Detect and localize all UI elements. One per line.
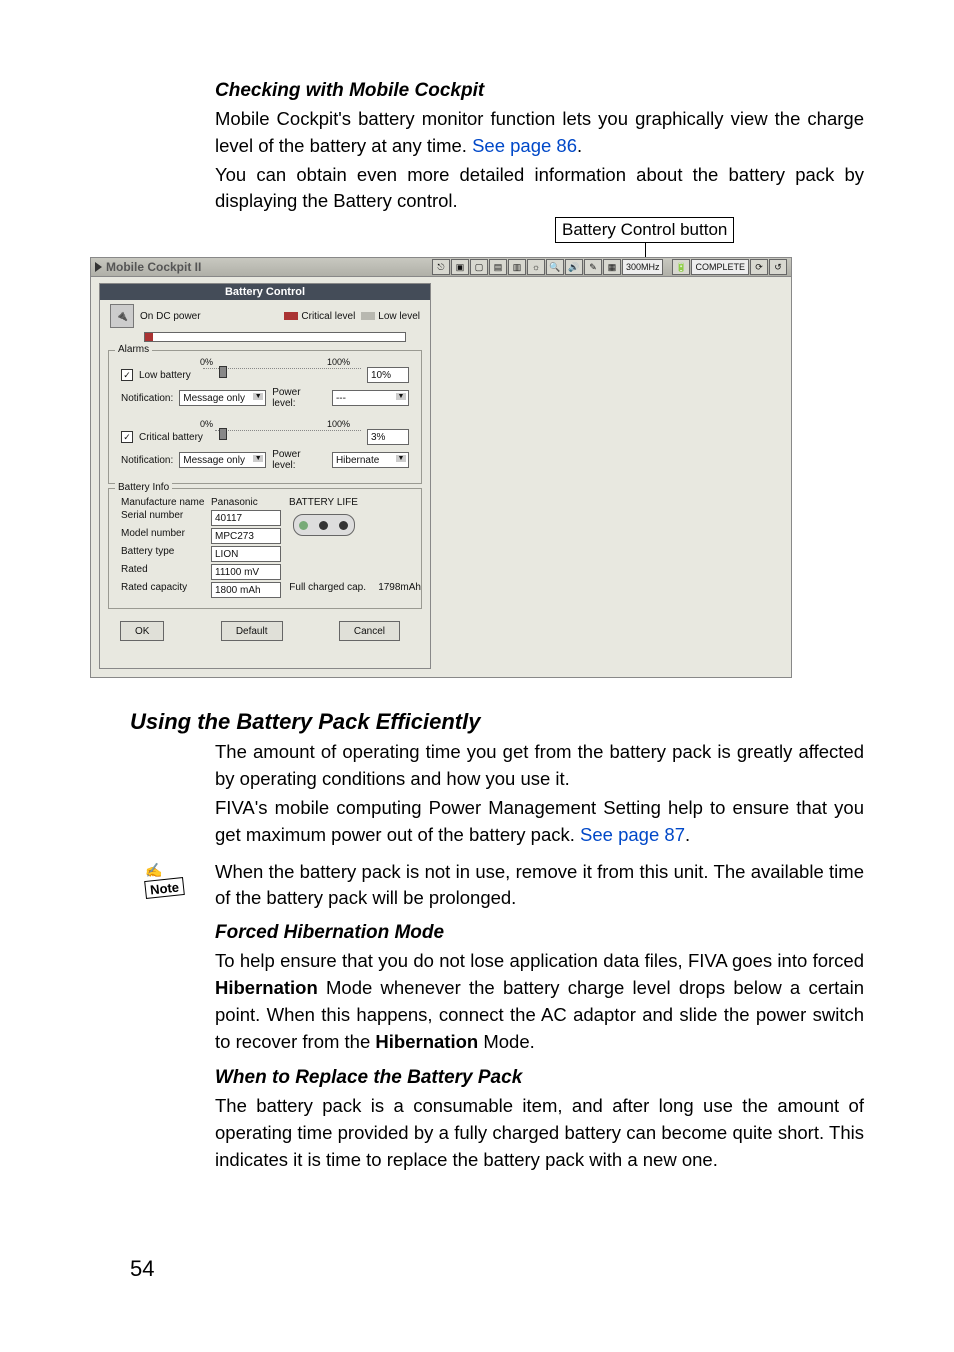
serial-value: 40117 — [211, 510, 281, 526]
text: FIVA's mobile computing Power Management… — [215, 797, 864, 845]
mfr-label: Manufacture name — [121, 497, 211, 508]
critical-battery-label: Critical battery — [139, 432, 203, 443]
critical-battery-value[interactable]: 3% — [367, 429, 409, 445]
scale-max: 100% — [327, 419, 350, 429]
type-label: Battery type — [121, 546, 211, 562]
tray-icon[interactable]: ▣ — [451, 259, 469, 275]
note-label: Note — [144, 877, 185, 899]
note-icon: ✍ Note — [145, 862, 195, 898]
power-level-label: Power level: — [272, 387, 326, 409]
hibernation-word: Hibernation — [375, 1031, 478, 1052]
model-label: Model number — [121, 528, 211, 544]
panel-title: Battery Control — [100, 284, 430, 300]
cap-value: 1800 mAh — [211, 582, 281, 598]
mfr-value: Panasonic — [211, 497, 281, 508]
critical-battery-checkbox[interactable]: ✓ — [121, 431, 133, 443]
tray-icon[interactable]: ▥ — [508, 259, 526, 275]
power-level-select[interactable]: Hibernate — [332, 452, 409, 468]
tray-icon[interactable]: ⟳ — [750, 259, 768, 275]
model-value: MPC273 — [211, 528, 281, 544]
tray-icon[interactable]: 🔍 — [546, 259, 564, 275]
rated-value: 11100 mV — [211, 564, 281, 580]
power-level-label: Power level: — [272, 449, 326, 471]
para-hibernation: To help ensure that you do not lose appl… — [215, 948, 864, 1055]
tray-icon[interactable]: ▢ — [470, 259, 488, 275]
notification-label: Notification: — [121, 455, 173, 466]
legend-critical: Critical level — [301, 311, 355, 322]
tray-icon[interactable]: ☼ — [527, 259, 545, 275]
tray-icon[interactable]: ↺ — [769, 259, 787, 275]
para-replace: The battery pack is a consumable item, a… — [215, 1093, 864, 1173]
power-source-label: On DC power — [140, 311, 201, 322]
battery-life-label: BATTERY LIFE — [281, 497, 366, 508]
legend-low: Low level — [378, 311, 420, 322]
collapse-icon[interactable] — [95, 262, 102, 272]
notification-select[interactable]: Message only — [179, 390, 266, 406]
battery-control-button[interactable]: 🔋 — [672, 259, 690, 275]
heading-checking: Checking with Mobile Cockpit — [215, 80, 864, 102]
para-checking-2: You can obtain even more detailed inform… — [215, 162, 864, 216]
type-value: LION — [211, 546, 281, 562]
group-legend: Alarms — [115, 344, 152, 355]
low-battery-label: Low battery — [139, 370, 191, 381]
page-number: 54 — [130, 1256, 154, 1282]
para-eff-2: FIVA's mobile computing Power Management… — [215, 795, 864, 849]
link-page86[interactable]: See page 86 — [472, 135, 577, 156]
tray-icon[interactable]: ▦ — [603, 259, 621, 275]
notification-select[interactable]: Message only — [179, 452, 266, 468]
para-note: When the battery pack is not in use, rem… — [215, 859, 864, 913]
heading-replace: When to Replace the Battery Pack — [215, 1067, 864, 1089]
heading-forced-hibernation: Forced Hibernation Mode — [215, 922, 864, 944]
text: To help ensure that you do not lose appl… — [215, 950, 864, 971]
tray-icon[interactable]: 🔊 — [565, 259, 583, 275]
tray-icon[interactable]: ✎ — [584, 259, 602, 275]
scale-max: 100% — [327, 357, 350, 367]
mobile-cockpit-window: Mobile Cockpit II ⎋ ▣ ▢ ▤ ▥ ☼ 🔍 🔊 ✎ ▦ 30… — [90, 257, 792, 678]
battery-life-indicator — [293, 514, 355, 536]
para-eff-1: The amount of operating time you get fro… — [215, 739, 864, 793]
tray-icon[interactable]: ⎋ — [432, 259, 450, 275]
scale-min: 0% — [200, 357, 213, 367]
power-level-select[interactable]: --- — [332, 390, 409, 406]
hibernation-word: Hibernation — [215, 977, 318, 998]
text: Mode. — [478, 1031, 535, 1052]
plug-icon: 🔌 — [110, 304, 134, 328]
low-battery-value[interactable]: 10% — [367, 367, 409, 383]
cap-label: Rated capacity — [121, 582, 211, 598]
callout-battery-control-button: Battery Control button — [555, 217, 734, 243]
text: . — [685, 824, 690, 845]
battery-info-group: Battery Info Manufacture name Panasonic … — [108, 488, 422, 609]
tray-speed: 300MHz — [622, 259, 664, 275]
alarms-group: Alarms 0% 100% ✓ Low battery 10% Not — [108, 350, 422, 484]
scale-min: 0% — [200, 419, 213, 429]
full-charged-value: 1798mAh — [366, 582, 421, 598]
battery-control-panel: Battery Control 🔌 On DC power Critical l… — [99, 283, 431, 669]
low-battery-checkbox[interactable]: ✓ — [121, 369, 133, 381]
serial-label: Serial number — [121, 510, 211, 526]
notification-label: Notification: — [121, 393, 173, 404]
tray-icon[interactable]: ▤ — [489, 259, 507, 275]
tray-status: COMPLETE — [691, 259, 749, 275]
text: . — [577, 135, 582, 156]
window-title: Mobile Cockpit II — [106, 260, 201, 274]
ok-button[interactable]: OK — [120, 621, 164, 641]
rated-label: Rated — [121, 564, 211, 580]
full-charged-label: Full charged cap. — [281, 582, 366, 598]
group-legend: Battery Info — [115, 482, 172, 493]
para-checking-1: Mobile Cockpit's battery monitor functio… — [215, 106, 864, 160]
default-button[interactable]: Default — [221, 621, 283, 641]
cancel-button[interactable]: Cancel — [339, 621, 400, 641]
figure-battery-control: Battery Control button Click here. Displ… — [80, 227, 864, 687]
titlebar: Mobile Cockpit II ⎋ ▣ ▢ ▤ ▥ ☼ 🔍 🔊 ✎ ▦ 30… — [91, 258, 791, 277]
heading-efficiently: Using the Battery Pack Efficiently — [130, 709, 864, 735]
link-page87[interactable]: See page 87 — [580, 824, 685, 845]
